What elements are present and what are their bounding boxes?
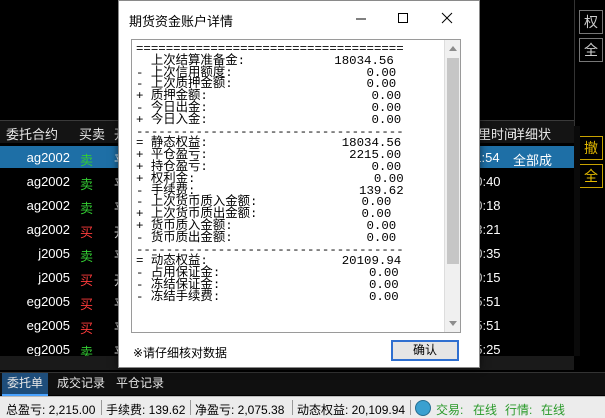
status-divider bbox=[292, 400, 293, 415]
detail-text-area[interactable]: ==================================== 上次结… bbox=[131, 39, 461, 333]
row-contract: eg2005 bbox=[26, 342, 70, 357]
row-contract: j2005 bbox=[38, 270, 70, 285]
row-direction: 买 bbox=[80, 225, 94, 240]
quote-status: 在线 bbox=[541, 403, 566, 417]
account-detail-dialog: 期货资金账户详情 ===============================… bbox=[118, 0, 480, 368]
close-button[interactable] bbox=[429, 5, 465, 31]
row-direction: 卖 bbox=[80, 153, 94, 168]
bottom-tab-bar: 委托单 成交记录 平仓记录 bbox=[0, 372, 605, 396]
minimize-button[interactable] bbox=[343, 5, 379, 31]
header-status[interactable]: 详细状 bbox=[512, 124, 551, 143]
row-direction: 卖 bbox=[80, 249, 94, 264]
fee: 手续费: 139.62 bbox=[106, 403, 186, 417]
row-direction: 买 bbox=[80, 321, 94, 336]
row-contract: ag2002 bbox=[26, 150, 70, 165]
tab-orders[interactable]: 委托单 bbox=[2, 373, 49, 396]
row-contract: j2005 bbox=[38, 246, 70, 261]
all-button[interactable]: 全 bbox=[579, 38, 603, 62]
network-icon bbox=[415, 400, 431, 416]
scroll-down-icon[interactable] bbox=[449, 321, 457, 326]
dynamic-equity: 动态权益: 20,109.94 bbox=[297, 403, 406, 417]
minimize-icon bbox=[356, 18, 366, 20]
row-status: 全部成 bbox=[513, 153, 553, 168]
tab-trades[interactable]: 成交记录 bbox=[52, 373, 110, 394]
cancel-order-button[interactable]: 撤 bbox=[579, 136, 603, 160]
dialog-title: 期货资金账户详情 bbox=[129, 14, 234, 29]
quote-label: 行情: bbox=[505, 403, 533, 417]
tab-closed-positions[interactable]: 平仓记录 bbox=[111, 373, 169, 394]
row-contract: eg2005 bbox=[26, 318, 70, 333]
dialog-titlebar[interactable]: 期货资金账户详情 bbox=[119, 1, 479, 35]
row-direction: 卖 bbox=[80, 177, 94, 192]
row-direction: 买 bbox=[80, 273, 94, 288]
close-icon bbox=[441, 12, 453, 24]
scrollbar-thumb[interactable] bbox=[447, 58, 459, 264]
scroll-up-icon[interactable] bbox=[449, 46, 457, 51]
status-bar: 总盈亏: 2,215.00 手续费: 139.62 净盈亏: 2,075.38 … bbox=[0, 396, 605, 418]
rights-button[interactable]: 权 bbox=[579, 10, 603, 34]
maximize-icon bbox=[398, 13, 408, 23]
row-contract: eg2005 bbox=[26, 294, 70, 309]
header-direction[interactable]: 买卖 bbox=[79, 124, 105, 143]
dialog-vertical-scrollbar[interactable] bbox=[444, 40, 460, 332]
status-divider bbox=[190, 400, 191, 415]
account-detail-lines: ==================================== 上次结… bbox=[136, 43, 444, 304]
header-contract[interactable]: 委托合约 bbox=[6, 124, 58, 143]
row-contract: ag2002 bbox=[26, 174, 70, 189]
row-direction: 买 bbox=[80, 297, 94, 312]
status-divider bbox=[410, 400, 411, 415]
total-pnl: 总盈亏: 2,215.00 bbox=[6, 403, 96, 417]
confirm-button[interactable]: 确认 bbox=[391, 340, 459, 361]
net-pnl: 净盈亏: 2,075.38 bbox=[195, 403, 285, 417]
row-direction: 卖 bbox=[80, 201, 94, 216]
row-contract: ag2002 bbox=[26, 222, 70, 237]
verify-note: ※请仔细核对数据 bbox=[133, 346, 228, 360]
cancel-all-button[interactable]: 全 bbox=[579, 164, 603, 188]
maximize-button[interactable] bbox=[385, 5, 421, 31]
status-divider bbox=[101, 400, 102, 415]
trade-status: 在线 bbox=[473, 403, 498, 417]
trade-label: 交易: bbox=[436, 403, 464, 417]
row-contract: ag2002 bbox=[26, 198, 70, 213]
detail-line: - 冻结手续费: 0.00 bbox=[136, 289, 399, 304]
table-vertical-scrollbar[interactable] bbox=[574, 126, 580, 356]
